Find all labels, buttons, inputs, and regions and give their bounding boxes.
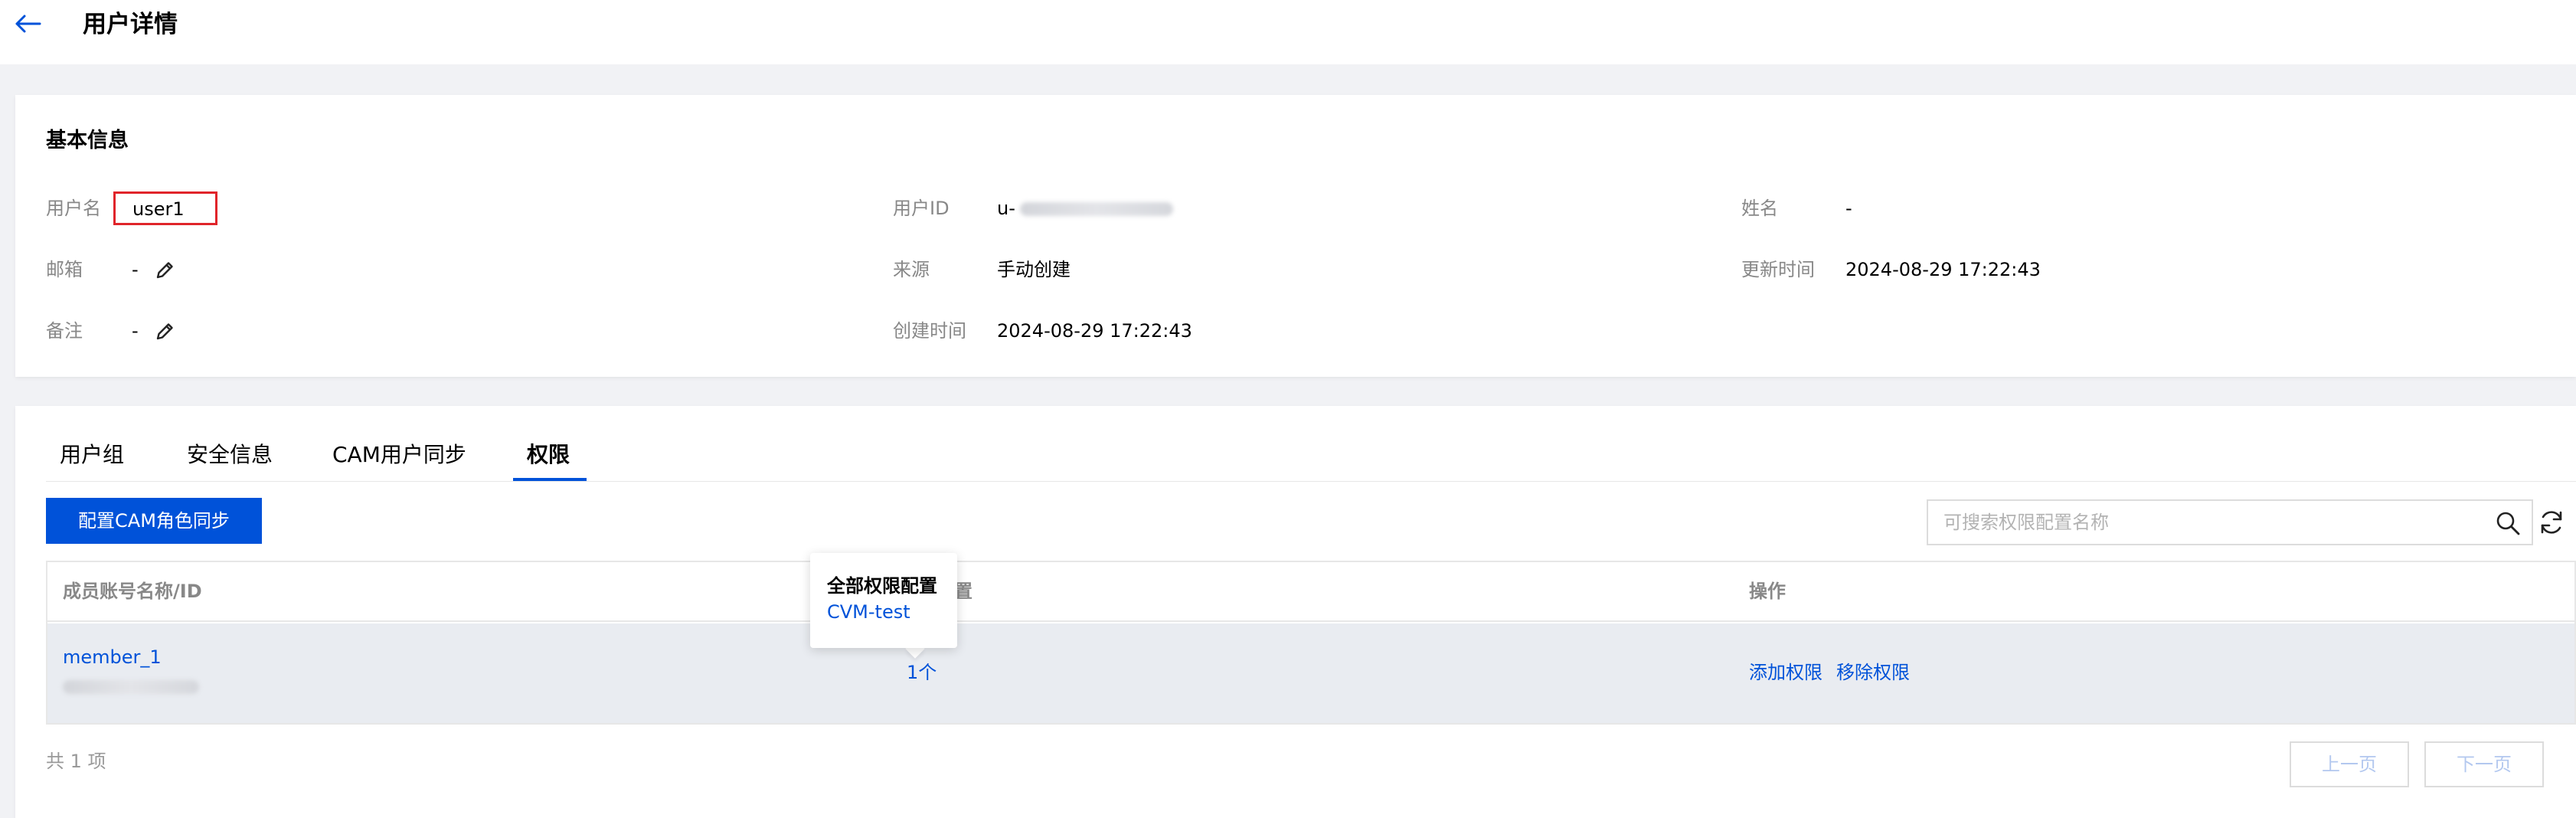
name-label: 姓名	[1741, 198, 1778, 219]
basic-info-card: 基本信息 用户名 user1 邮箱 - 备注 - 用户ID u- 来源 手动创建…	[15, 95, 2576, 377]
popover-title: 全部权限配置	[827, 575, 937, 597]
popover-config-link[interactable]: CVM-test	[827, 599, 910, 625]
prev-page-button[interactable]: 上一页	[2290, 741, 2409, 787]
refresh-icon[interactable]	[2538, 509, 2565, 536]
updated-time-value: 2024-08-29 17:22:43	[1845, 259, 2041, 280]
tabs-divider	[46, 481, 2576, 482]
user-id-value: u-	[997, 198, 1015, 219]
configure-cam-role-sync-button[interactable]: 配置CAM角色同步	[46, 498, 262, 544]
tab-user-group[interactable]: 用户组	[60, 440, 124, 470]
table-row: member_1 1个 添加权限 移除权限	[47, 623, 2574, 723]
column-header-actions: 操作	[1749, 581, 1786, 602]
username-label: 用户名	[46, 198, 101, 219]
source-value: 手动创建	[997, 259, 1071, 280]
username-value: user1	[132, 198, 185, 220]
note-value: -	[132, 320, 139, 342]
email-label: 邮箱	[46, 259, 83, 280]
member-id-redacted	[63, 680, 199, 694]
basic-info-title: 基本信息	[46, 129, 129, 152]
note-label: 备注	[46, 320, 83, 342]
column-header-member: 成员账号名称/ID	[63, 581, 202, 602]
edit-note-icon[interactable]	[155, 320, 176, 342]
page-header: 用户详情	[0, 0, 2576, 64]
username-highlight-box: user1	[113, 191, 217, 225]
remove-permission-link[interactable]: 移除权限	[1836, 659, 1910, 686]
table-header: 成员账号名称/ID 置 操作	[47, 562, 2574, 622]
total-count: 共 1 项	[46, 751, 106, 772]
arrow-left-icon[interactable]	[14, 12, 41, 35]
next-page-button[interactable]: 下一页	[2424, 741, 2544, 787]
permissions-card: 用户组 安全信息 CAM用户同步 权限 配置CAM角色同步 成员账号名称/ID …	[15, 406, 2576, 818]
permission-count-link[interactable]: 1个	[907, 659, 937, 686]
created-time-label: 创建时间	[893, 320, 966, 342]
page: 用户详情 基本信息 用户名 user1 邮箱 - 备注 - 用户ID u- 来源…	[0, 0, 2576, 818]
user-id-label: 用户ID	[893, 198, 950, 219]
page-title: 用户详情	[83, 11, 178, 38]
search-input[interactable]	[1928, 501, 2464, 544]
updated-time-label: 更新时间	[1741, 259, 1815, 280]
active-tab-indicator	[513, 478, 587, 481]
tab-security-info[interactable]: 安全信息	[187, 440, 273, 470]
search-icon[interactable]	[2495, 510, 2521, 536]
member-name-link[interactable]: member_1	[63, 643, 162, 671]
search-box	[1927, 499, 2533, 545]
user-id-redacted	[1020, 202, 1173, 216]
tab-permissions[interactable]: 权限	[527, 440, 570, 470]
name-value: -	[1845, 198, 1852, 219]
edit-email-icon[interactable]	[155, 259, 176, 280]
permissions-table: 成员账号名称/ID 置 操作 member_1 1个 添加权限 移除权限	[46, 561, 2576, 725]
source-label: 来源	[893, 259, 930, 280]
created-time-value: 2024-08-29 17:22:43	[997, 320, 1192, 342]
permission-config-popover: 全部权限配置 CVM-test	[810, 553, 957, 648]
tab-cam-user-sync[interactable]: CAM用户同步	[332, 440, 466, 470]
add-permission-link[interactable]: 添加权限	[1749, 659, 1822, 686]
email-value: -	[132, 259, 139, 280]
